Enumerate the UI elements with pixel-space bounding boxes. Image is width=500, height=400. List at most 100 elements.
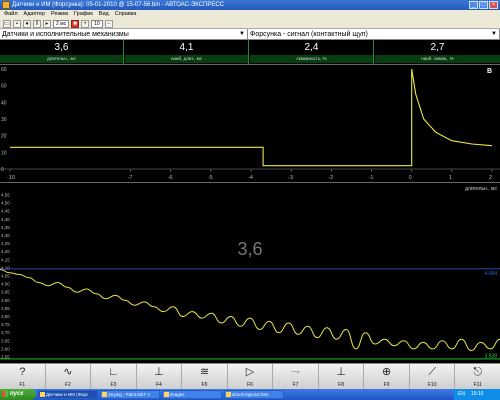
- folder-icon: [164, 392, 169, 397]
- y-tick-label: 4,50: [1, 201, 10, 206]
- y-tick-label: 4,55: [1, 193, 10, 198]
- readout-panel: 3,6 длительн., мс 4,1 наиб. длит., мс 2,…: [0, 40, 500, 64]
- counter-field[interactable]: 10: [91, 19, 103, 28]
- zoom-out-icon[interactable]: −: [104, 19, 113, 28]
- y-tick-label: 4,30: [1, 233, 10, 238]
- f7-button[interactable]: ⇁ F7: [273, 364, 319, 389]
- y-tick-label: 4,05: [1, 274, 10, 279]
- windows-logo-icon: [2, 391, 8, 397]
- f11-exit-button[interactable]: ⎋ F11: [455, 364, 500, 389]
- x-tick-label: 0: [409, 175, 412, 181]
- start-button[interactable]: пуск: [0, 389, 36, 400]
- taskbar-item[interactable]: 19.png - Paint.NET v: [100, 390, 160, 399]
- language-indicator[interactable]: EN: [458, 389, 465, 400]
- y-tick-label: 20: [1, 134, 7, 140]
- menu-graph[interactable]: График: [74, 10, 93, 19]
- x-tick-label: 2: [489, 175, 492, 181]
- readout-value: 4,1: [179, 42, 194, 53]
- y-tick-label: 3,95: [1, 290, 10, 295]
- trend-title: длительн., мс: [465, 186, 497, 192]
- readout-duty[interactable]: 2,4 скважность, %: [250, 40, 374, 64]
- stop-icon[interactable]: ■: [71, 19, 80, 28]
- menu-adapter[interactable]: Адаптер: [24, 10, 46, 19]
- f8-button[interactable]: ⊥ F8: [318, 364, 365, 389]
- y-tick-label: 3,70: [1, 330, 10, 335]
- y-tick-label: 4,15: [1, 257, 10, 262]
- readout-value: 2,7: [430, 42, 445, 53]
- units-label: В: [487, 68, 492, 75]
- play-icon: ▷: [245, 366, 255, 378]
- zoom-field[interactable]: 2 мс: [53, 19, 70, 28]
- f1-help-button[interactable]: ? F1: [0, 364, 46, 389]
- selector-row: Датчики и исполнительные механизмы ▼ Фор…: [0, 29, 500, 40]
- record-icon[interactable]: ●: [23, 19, 31, 28]
- taskbar-item[interactable]: images: [162, 390, 222, 399]
- pause-icon[interactable]: ‖: [33, 19, 41, 28]
- f5-button[interactable]: ≋ F5: [182, 364, 228, 389]
- y-tick-label: 4,20: [1, 249, 10, 254]
- readout-duration[interactable]: 3,6 длительн., мс: [0, 40, 124, 64]
- title-bar: Датчики и ИМ (Форсунка): 05-01-2010 @ 15…: [0, 0, 500, 10]
- x-tick-label: -7: [128, 175, 133, 181]
- taskbar-item[interactable]: Датчики и ИМ (Форс: [38, 390, 98, 399]
- help-icon: ?: [19, 366, 26, 378]
- readout-label: наиб. скваж., %: [375, 55, 500, 63]
- f3-button[interactable]: ∟ F3: [91, 364, 137, 389]
- curve-icon: ∿: [63, 366, 73, 378]
- y-tick-label: 4,25: [1, 241, 10, 246]
- axis-y-icon: ⊥: [154, 366, 164, 378]
- wave-icon: ≋: [199, 366, 210, 378]
- trend-current-value: 3,6: [237, 239, 262, 259]
- max-marker-label: 4,094: [484, 271, 497, 277]
- system-tray: EN 15:15: [454, 389, 500, 400]
- x-tick-label: -6: [168, 175, 173, 181]
- taskbar: пуск Датчики и ИМ (Форс 19.png - Paint.N…: [0, 389, 500, 400]
- chevron-down-icon: ▼: [239, 31, 245, 37]
- trend-chart[interactable]: 4,55 4,50 4,45 4,40 4,35 4,30 4,25 4,20 4,15 4,10…: [0, 182, 500, 363]
- f6-button[interactable]: ▷ F6: [227, 364, 274, 389]
- signal-select[interactable]: Форсунка - сигнал (контактный щуп) ▼: [248, 29, 500, 40]
- menu-view[interactable]: Вид: [99, 10, 109, 19]
- app-window: Датчики и ИМ (Форсунка): 05-01-2010 @ 15…: [0, 0, 500, 400]
- save-icon[interactable]: ▪: [13, 19, 21, 28]
- y-tick-label: 4,35: [1, 225, 10, 230]
- waveform-chart[interactable]: 60 50 40 30 20 10 0 -10 -7 -6 -5 -4 -3 -2 -1 0 1 2 В: [0, 64, 500, 182]
- f2-button[interactable]: ∿ F2: [45, 364, 92, 389]
- y-tick-label: 3,75: [1, 322, 10, 327]
- axis-x-icon: ∟: [107, 366, 119, 378]
- clock: 15:15: [470, 391, 484, 397]
- f9-button[interactable]: ⊕ F9: [364, 364, 410, 389]
- trend-svg: 4,554,504,454,404,354,304,254,204,154,10…: [0, 183, 500, 363]
- window-controls: _ □ ×: [469, 1, 498, 9]
- y-tick-label: 3,65: [1, 338, 10, 343]
- open-icon[interactable]: ▭: [3, 19, 11, 28]
- function-key-bar: ? F1 ∿ F2 ∟ F3 ⊥ F4 ≋ F5 ▷ F6 ⇁ F7 ⊥ F8 ⊕ F9 ⟋ F10…: [0, 363, 500, 389]
- taskbar-item[interactable]: dzech-injector.htm: [224, 390, 284, 399]
- menu-mode[interactable]: Режим: [51, 10, 68, 19]
- x-tick-label: -3: [288, 175, 293, 181]
- category-select[interactable]: Датчики и исполнительные механизмы ▼: [0, 29, 248, 40]
- readout-max-duty[interactable]: 2,7 наиб. скваж., %: [375, 40, 500, 64]
- f4-button[interactable]: ⊥ F4: [136, 364, 183, 389]
- y-tick-label: 40: [1, 100, 7, 106]
- app-icon: [2, 1, 10, 9]
- zoom-in-icon[interactable]: +: [81, 19, 90, 28]
- image-icon: [102, 392, 107, 397]
- minimize-button[interactable]: _: [469, 1, 478, 9]
- chevron-down-icon: ▼: [491, 31, 497, 37]
- marker-icon: ⊥: [336, 366, 346, 378]
- browser-icon: [226, 392, 231, 397]
- y-tick-label: 0: [1, 167, 4, 173]
- toolbar: ▭ ▪ ● ‖ ▸ 2 мс ■ + 10 −: [0, 19, 500, 29]
- close-button[interactable]: ×: [489, 1, 498, 9]
- y-tick-label: 30: [1, 117, 7, 123]
- menu-help[interactable]: Справка: [115, 10, 137, 19]
- maximize-button[interactable]: □: [479, 1, 488, 9]
- readout-max-duration[interactable]: 4,1 наиб. длит., мс: [125, 40, 249, 64]
- window-title: Датчики и ИМ (Форсунка): 05-01-2010 @ 15…: [12, 2, 225, 8]
- readout-label: скважность, %: [250, 55, 373, 63]
- y-tick-label: 4,45: [1, 209, 10, 214]
- menu-file[interactable]: Файл: [4, 10, 18, 19]
- play-icon[interactable]: ▸: [43, 19, 51, 28]
- f10-button[interactable]: ⟋ F10: [409, 364, 456, 389]
